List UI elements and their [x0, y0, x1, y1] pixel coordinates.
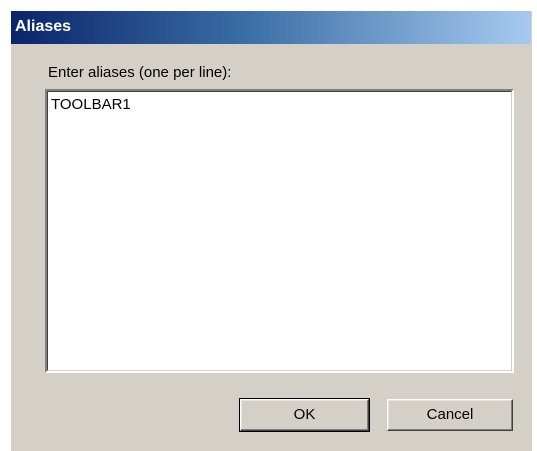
aliases-dialog: Aliases Enter aliases (one per line): TO…: [10, 10, 532, 451]
dialog-title: Aliases: [15, 18, 72, 35]
cancel-button[interactable]: Cancel: [387, 399, 513, 431]
aliases-textarea-frame: TOOLBAR1: [45, 89, 514, 373]
ok-button[interactable]: OK: [239, 398, 370, 432]
aliases-prompt-label: Enter aliases (one per line):: [48, 64, 232, 81]
title-bar[interactable]: Aliases: [11, 11, 531, 44]
aliases-textarea[interactable]: TOOLBAR1: [47, 91, 512, 371]
